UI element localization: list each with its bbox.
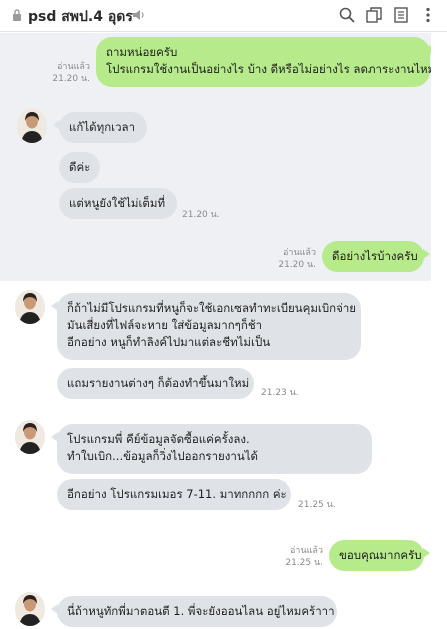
message-meta-5: อ่านแล้ว 21.20 น. (266, 247, 316, 271)
timestamp: 21.20 น. (278, 260, 316, 270)
read-label: อ่านแล้ว (57, 62, 90, 72)
search-icon[interactable] (338, 6, 356, 24)
read-label: อ่านแล้ว (290, 546, 323, 556)
timestamp: 21.20 น. (52, 74, 90, 84)
message-meta-1: อ่านแล้ว 21.20 น. (40, 61, 90, 85)
message-in-8: โปรแกรมพี่ คีย์ข้อมูลจัดซื้อแค่ครั้งลง. … (51, 424, 372, 474)
avatar-icon (15, 420, 45, 454)
message-in-9: อีกอย่าง โปรแกรมเมอร 7-11. มาทกกกก ค่ะ (57, 479, 291, 510)
message-meta-10: อ่านแล้ว 21.25 น. (273, 545, 323, 569)
message-out-1: ถามหน่อยครับ โปรแกรมใช้งานเป็นอย่างไร บ้… (96, 37, 431, 87)
avatar-icon (15, 592, 45, 626)
message-in-11: นี่ถ้าหนูทักพี่มาตอนตี 1. พี่จะยังออนไลน… (51, 596, 337, 627)
timestamp: 21.25 น. (285, 558, 323, 568)
copy-icon[interactable] (365, 6, 383, 24)
avatar-icon (15, 290, 45, 324)
message-out-5: ดีอย่างไรบ้างครับ (322, 241, 430, 272)
timestamp: 21.25 น. (298, 500, 336, 510)
chat-section-1: ถามหน่อยครับ โปรแกรมใช้งานเป็นอย่างไร บ้… (0, 33, 431, 281)
message-in-7: แถมรายงานต่างๆ ก็ต้องทำขึ้นมาใหม่ (57, 368, 254, 399)
avatar-icon (17, 109, 47, 143)
scrollbar-gutter (431, 33, 447, 629)
message-out-10: ขอบคุณมากครับ (329, 540, 430, 571)
avatar[interactable] (15, 290, 45, 324)
lock-icon (13, 9, 21, 21)
message-in-4: แต่หนูยังใช้ไม่เต็มที่ (59, 188, 177, 219)
avatar[interactable] (15, 592, 45, 626)
timestamp: 21.23 น. (261, 388, 299, 398)
chat-section-3: ขอบคุณมากครับ อ่านแล้ว 21.25 น. นี่ถ้าหน… (0, 518, 431, 629)
chat-title: psd สพป.4 อุดร (28, 9, 133, 25)
message-in-3: ดีค่ะ (59, 152, 100, 183)
message-in-2: แก้ได้ทุกเวลา (53, 112, 147, 143)
avatar[interactable] (17, 109, 47, 143)
timestamp: 21.20 น. (182, 210, 220, 220)
avatar[interactable] (15, 420, 45, 454)
speaker-icon[interactable] (131, 8, 145, 22)
message-in-6: ก็ถ้าไม่มีโปรแกรมที่หนูก็จะใช้เอกเซลทำทะ… (51, 293, 361, 360)
more-icon[interactable] (419, 6, 437, 24)
chat-header: psd สพป.4 อุดร (0, 0, 447, 32)
notes-icon[interactable] (392, 6, 410, 24)
chat-section-2: ก็ถ้าไม่มีโปรแกรมที่หนูก็จะใช้เอกเซลทำทะ… (0, 284, 431, 514)
read-label: อ่านแล้ว (283, 248, 316, 258)
